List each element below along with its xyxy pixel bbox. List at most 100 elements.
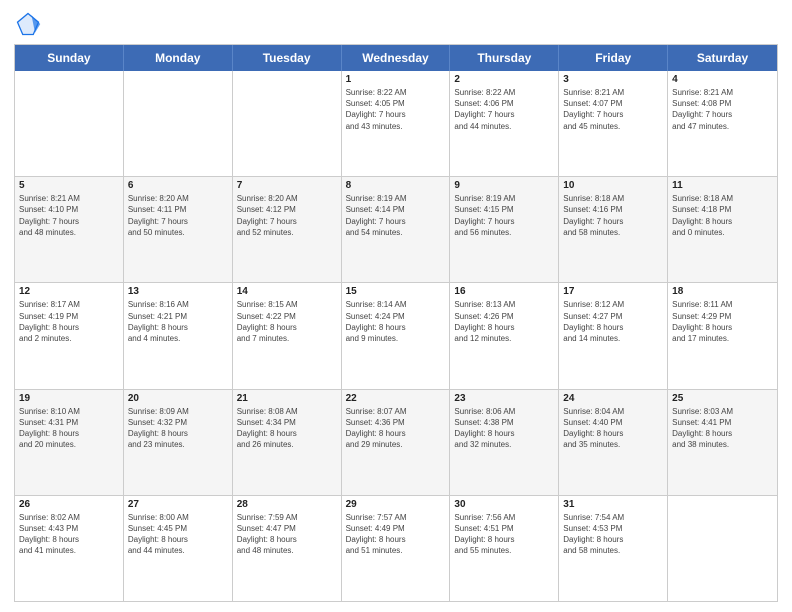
day-number: 12 — [19, 286, 119, 297]
day-info: Sunrise: 8:21 AM Sunset: 4:10 PM Dayligh… — [19, 193, 119, 238]
day-info: Sunrise: 7:54 AM Sunset: 4:53 PM Dayligh… — [563, 512, 663, 557]
calendar-cell: 17 Sunrise: 8:12 AM Sunset: 4:27 PM Dayli… — [559, 283, 668, 388]
day-info: Sunrise: 8:02 AM Sunset: 4:43 PM Dayligh… — [19, 512, 119, 557]
logo — [14, 10, 46, 38]
day-info: Sunrise: 8:22 AM Sunset: 4:05 PM Dayligh… — [346, 87, 446, 132]
calendar-cell: 26 Sunrise: 8:02 AM Sunset: 4:43 PM Dayli… — [15, 496, 124, 601]
calendar-cell: 19 Sunrise: 8:10 AM Sunset: 4:31 PM Dayli… — [15, 390, 124, 495]
day-number: 5 — [19, 180, 119, 191]
calendar-cell: 11 Sunrise: 8:18 AM Sunset: 4:18 PM Dayli… — [668, 177, 777, 282]
header — [14, 10, 778, 38]
calendar-header-cell: Sunday — [15, 45, 124, 71]
day-number: 10 — [563, 180, 663, 191]
calendar-cell: 9 Sunrise: 8:19 AM Sunset: 4:15 PM Daylig… — [450, 177, 559, 282]
day-info: Sunrise: 8:10 AM Sunset: 4:31 PM Dayligh… — [19, 406, 119, 451]
day-info: Sunrise: 8:15 AM Sunset: 4:22 PM Dayligh… — [237, 299, 337, 344]
day-info: Sunrise: 8:19 AM Sunset: 4:14 PM Dayligh… — [346, 193, 446, 238]
calendar-cell: 6 Sunrise: 8:20 AM Sunset: 4:11 PM Daylig… — [124, 177, 233, 282]
day-number: 26 — [19, 499, 119, 510]
calendar-header-cell: Thursday — [450, 45, 559, 71]
day-number: 25 — [672, 393, 773, 404]
day-number: 16 — [454, 286, 554, 297]
day-number: 28 — [237, 499, 337, 510]
calendar-cell: 31 Sunrise: 7:54 AM Sunset: 4:53 PM Dayli… — [559, 496, 668, 601]
day-info: Sunrise: 8:07 AM Sunset: 4:36 PM Dayligh… — [346, 406, 446, 451]
day-info: Sunrise: 8:13 AM Sunset: 4:26 PM Dayligh… — [454, 299, 554, 344]
calendar-cell: 12Sunrise: 8:17 AM Sunset: 4:19 PM Dayli… — [15, 283, 124, 388]
day-number: 13 — [128, 286, 228, 297]
calendar-cell: 25 Sunrise: 8:03 AM Sunset: 4:41 PM Dayli… — [668, 390, 777, 495]
day-info: Sunrise: 7:56 AM Sunset: 4:51 PM Dayligh… — [454, 512, 554, 557]
day-number: 9 — [454, 180, 554, 191]
day-number: 4 — [672, 74, 773, 85]
day-info: Sunrise: 8:20 AM Sunset: 4:11 PM Dayligh… — [128, 193, 228, 238]
day-number: 21 — [237, 393, 337, 404]
day-number: 11 — [672, 180, 773, 191]
calendar-cell: 14 Sunrise: 8:15 AM Sunset: 4:22 PM Dayli… — [233, 283, 342, 388]
day-number: 7 — [237, 180, 337, 191]
calendar-cell: 5 Sunrise: 8:21 AM Sunset: 4:10 PM Daylig… — [15, 177, 124, 282]
calendar-cell: 2 Sunrise: 8:22 AM Sunset: 4:06 PM Daylig… — [450, 71, 559, 176]
day-info: Sunrise: 8:21 AM Sunset: 4:08 PM Dayligh… — [672, 87, 773, 132]
day-info: Sunrise: 8:09 AM Sunset: 4:32 PM Dayligh… — [128, 406, 228, 451]
day-number: 20 — [128, 393, 228, 404]
calendar-cell: 7Sunrise: 8:20 AM Sunset: 4:12 PM Daylig… — [233, 177, 342, 282]
day-info: Sunrise: 8:08 AM Sunset: 4:34 PM Dayligh… — [237, 406, 337, 451]
day-number: 14 — [237, 286, 337, 297]
calendar-cell: 24 Sunrise: 8:04 AM Sunset: 4:40 PM Dayli… — [559, 390, 668, 495]
calendar-cell: 27 Sunrise: 8:00 AM Sunset: 4:45 PM Dayli… — [124, 496, 233, 601]
calendar-cell: 21 Sunrise: 8:08 AM Sunset: 4:34 PM Dayli… — [233, 390, 342, 495]
calendar-cell — [233, 71, 342, 176]
day-info: Sunrise: 8:12 AM Sunset: 4:27 PM Dayligh… — [563, 299, 663, 344]
calendar-cell — [124, 71, 233, 176]
day-info: Sunrise: 8:00 AM Sunset: 4:45 PM Dayligh… — [128, 512, 228, 557]
calendar-cell: 30 Sunrise: 7:56 AM Sunset: 4:51 PM Dayli… — [450, 496, 559, 601]
calendar-row: 12Sunrise: 8:17 AM Sunset: 4:19 PM Dayli… — [15, 282, 777, 388]
calendar-cell: 16 Sunrise: 8:13 AM Sunset: 4:26 PM Dayli… — [450, 283, 559, 388]
day-info: Sunrise: 8:22 AM Sunset: 4:06 PM Dayligh… — [454, 87, 554, 132]
calendar-header-row: SundayMondayTuesdayWednesdayThursdayFrid… — [15, 45, 777, 71]
day-info: Sunrise: 8:16 AM Sunset: 4:21 PM Dayligh… — [128, 299, 228, 344]
calendar-cell: 23Sunrise: 8:06 AM Sunset: 4:38 PM Dayli… — [450, 390, 559, 495]
day-number: 6 — [128, 180, 228, 191]
calendar-cell: 10 Sunrise: 8:18 AM Sunset: 4:16 PM Dayli… — [559, 177, 668, 282]
day-info: Sunrise: 7:59 AM Sunset: 4:47 PM Dayligh… — [237, 512, 337, 557]
calendar-cell: 20 Sunrise: 8:09 AM Sunset: 4:32 PM Dayli… — [124, 390, 233, 495]
day-number: 1 — [346, 74, 446, 85]
day-number: 18 — [672, 286, 773, 297]
day-number: 2 — [454, 74, 554, 85]
calendar-cell — [15, 71, 124, 176]
day-info: Sunrise: 8:21 AM Sunset: 4:07 PM Dayligh… — [563, 87, 663, 132]
calendar-cell: 29Sunrise: 7:57 AM Sunset: 4:49 PM Dayli… — [342, 496, 451, 601]
calendar-cell: 3 Sunrise: 8:21 AM Sunset: 4:07 PM Daylig… — [559, 71, 668, 176]
day-number: 3 — [563, 74, 663, 85]
day-number: 17 — [563, 286, 663, 297]
day-number: 19 — [19, 393, 119, 404]
day-number: 24 — [563, 393, 663, 404]
calendar-row: 5 Sunrise: 8:21 AM Sunset: 4:10 PM Daylig… — [15, 176, 777, 282]
day-info: Sunrise: 8:11 AM Sunset: 4:29 PM Dayligh… — [672, 299, 773, 344]
day-info: Sunrise: 8:18 AM Sunset: 4:18 PM Dayligh… — [672, 193, 773, 238]
calendar-cell: 4 Sunrise: 8:21 AM Sunset: 4:08 PM Daylig… — [668, 71, 777, 176]
day-number: 8 — [346, 180, 446, 191]
day-number: 29 — [346, 499, 446, 510]
day-info: Sunrise: 8:03 AM Sunset: 4:41 PM Dayligh… — [672, 406, 773, 451]
calendar-header-cell: Tuesday — [233, 45, 342, 71]
day-info: Sunrise: 8:18 AM Sunset: 4:16 PM Dayligh… — [563, 193, 663, 238]
day-info: Sunrise: 8:14 AM Sunset: 4:24 PM Dayligh… — [346, 299, 446, 344]
calendar-header-cell: Monday — [124, 45, 233, 71]
day-number: 27 — [128, 499, 228, 510]
calendar-cell — [668, 496, 777, 601]
calendar-row: 26 Sunrise: 8:02 AM Sunset: 4:43 PM Dayli… — [15, 495, 777, 601]
calendar-cell: 15Sunrise: 8:14 AM Sunset: 4:24 PM Dayli… — [342, 283, 451, 388]
day-number: 31 — [563, 499, 663, 510]
calendar-cell: 28 Sunrise: 7:59 AM Sunset: 4:47 PM Dayli… — [233, 496, 342, 601]
day-info: Sunrise: 8:06 AM Sunset: 4:38 PM Dayligh… — [454, 406, 554, 451]
day-info: Sunrise: 8:19 AM Sunset: 4:15 PM Dayligh… — [454, 193, 554, 238]
day-number: 30 — [454, 499, 554, 510]
page: SundayMondayTuesdayWednesdayThursdayFrid… — [0, 0, 792, 612]
calendar: SundayMondayTuesdayWednesdayThursdayFrid… — [14, 44, 778, 602]
day-info: Sunrise: 8:04 AM Sunset: 4:40 PM Dayligh… — [563, 406, 663, 451]
logo-icon — [14, 10, 42, 38]
calendar-header-cell: Wednesday — [342, 45, 451, 71]
